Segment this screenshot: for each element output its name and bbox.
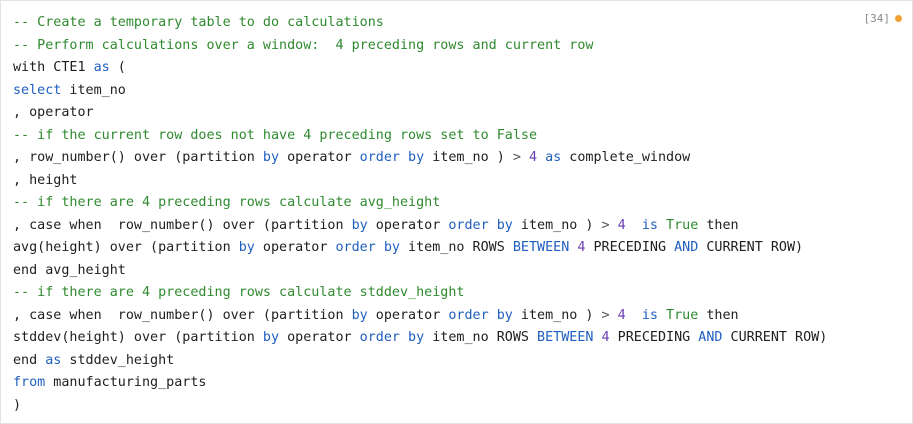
code-keyword: order by	[448, 307, 513, 323]
execution-status: [34]	[863, 12, 902, 25]
code-keyword: by	[238, 240, 255, 255]
code-text: complete_window	[561, 150, 691, 165]
code-line: , height	[13, 170, 827, 193]
code-text: CURRENT ROW)	[722, 330, 828, 345]
code-line: end as stddev_height	[13, 350, 827, 373]
code-text: item_no ROWS	[399, 240, 513, 255]
code-line: with CTE1 as (	[13, 57, 827, 80]
code-text: , case when row_number() over (partition	[13, 307, 352, 323]
code-keyword: by	[351, 307, 368, 323]
code-line: from manufacturing_parts	[13, 372, 827, 395]
code-keyword: order by	[359, 330, 425, 345]
code-text: PRECEDING	[609, 330, 699, 345]
code-line: -- Perform calculations over a window: 4…	[13, 35, 827, 58]
code-comment: -- Perform calculations over a window: 4…	[13, 37, 594, 53]
code-text: operator	[279, 150, 360, 165]
code-text: , height	[13, 172, 78, 188]
code-boolean: True	[666, 217, 699, 233]
code-text: end avg_height	[13, 262, 126, 278]
code-operator: >	[601, 307, 610, 323]
code-text: operator	[367, 217, 449, 233]
code-line: stddev(height) over (partition by operat…	[13, 327, 827, 350]
code-number: 4	[601, 330, 610, 345]
code-line: , operator	[13, 102, 827, 125]
code-line: -- if there are 4 preceding rows calcula…	[13, 282, 827, 305]
code-keyword: BETWEEN	[537, 330, 594, 345]
code-editor[interactable]: -- Create a temporary table to do calcul…	[13, 12, 827, 417]
code-text: with CTE1	[13, 60, 94, 75]
code-text: , operator	[13, 105, 94, 120]
code-comment: -- if the current row does not have 4 pr…	[13, 127, 538, 143]
code-text: item_no )	[512, 307, 602, 323]
code-text: item_no )	[424, 150, 513, 165]
code-text: operator	[367, 307, 449, 323]
code-text: stddev(height) over (partition	[13, 330, 263, 345]
code-keyword: as	[545, 150, 562, 165]
code-text: (	[109, 60, 126, 75]
code-text: , row_number() over (partition	[13, 150, 263, 165]
code-text: PRECEDING	[585, 240, 675, 255]
code-line: , row_number() over (partition by operat…	[13, 147, 827, 170]
code-text: )	[13, 397, 22, 413]
code-text: operator	[279, 330, 360, 345]
code-keyword: by	[262, 150, 280, 165]
code-keyword: from	[13, 375, 46, 390]
code-keyword: order by	[359, 150, 425, 165]
code-keyword: as	[93, 60, 110, 75]
code-keyword: AND	[698, 330, 723, 345]
code-text: avg(height) over (partition	[13, 240, 239, 255]
code-cell[interactable]: [34] -- Create a temporary table to do c…	[0, 0, 913, 424]
code-keyword: order by	[448, 217, 513, 233]
code-text: then	[698, 307, 739, 323]
code-line: avg(height) over (partition by operator …	[13, 237, 827, 260]
code-text: CURRENT ROW)	[698, 240, 804, 255]
code-line: -- if the current row does not have 4 pr…	[13, 125, 827, 148]
code-text: manufacturing_parts	[45, 375, 207, 390]
code-boolean: True	[666, 307, 699, 323]
code-keyword: is	[641, 307, 658, 323]
code-keyword: select	[13, 82, 62, 98]
code-keyword: order by	[335, 240, 400, 255]
code-comment: -- if there are 4 preceding rows calcula…	[13, 195, 441, 210]
code-line: -- if there are 4 preceding rows calcula…	[13, 192, 827, 215]
code-keyword: is	[641, 217, 658, 233]
code-text: item_no )	[512, 217, 602, 233]
code-keyword: by	[262, 330, 280, 345]
code-line: end avg_height	[13, 260, 827, 283]
code-number: 4	[617, 217, 626, 233]
code-comment: -- Create a temporary table to do calcul…	[13, 15, 384, 30]
code-line: , case when row_number() over (partition…	[13, 305, 827, 328]
code-line: )	[13, 395, 827, 418]
code-operator: >	[601, 217, 610, 233]
code-text: item_no ROWS	[424, 330, 538, 345]
code-number: 4	[617, 307, 626, 323]
code-comment: -- if there are 4 preceding rows calcula…	[13, 285, 465, 300]
code-number: 4	[528, 150, 538, 165]
code-keyword: as	[45, 352, 62, 368]
code-text: , case when row_number() over (partition	[13, 217, 352, 233]
code-keyword: by	[351, 217, 368, 233]
code-line: , case when row_number() over (partition…	[13, 215, 827, 238]
code-line: select item_no	[13, 80, 827, 103]
code-keyword: AND	[674, 240, 699, 255]
code-text: end	[13, 352, 46, 368]
status-dot-icon	[895, 15, 902, 22]
code-keyword: BETWEEN	[512, 240, 570, 255]
code-text: item_no	[61, 82, 126, 98]
code-text: then	[698, 217, 739, 233]
code-text: operator	[254, 240, 336, 255]
code-line: -- Create a temporary table to do calcul…	[13, 12, 827, 35]
code-text: stddev_height	[61, 352, 175, 368]
code-operator: >	[512, 150, 521, 165]
execution-count: [34]	[863, 12, 891, 25]
